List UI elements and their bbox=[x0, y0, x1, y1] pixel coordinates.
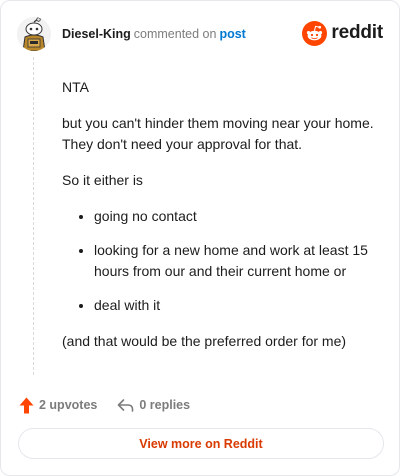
reddit-logo-icon bbox=[302, 20, 328, 46]
list-item: deal with it bbox=[62, 295, 378, 316]
view-more-button[interactable]: View more on Reddit bbox=[18, 428, 384, 459]
brand-wordmark: reddit bbox=[331, 22, 383, 43]
list-item: going no contact bbox=[62, 206, 378, 227]
replies-stat[interactable]: 0 replies bbox=[117, 398, 190, 413]
post-link[interactable]: post bbox=[219, 27, 245, 41]
replies-count: 0 replies bbox=[139, 398, 191, 412]
comment-paragraph: NTA bbox=[62, 79, 89, 95]
author-name[interactable]: Diesel-King bbox=[62, 27, 131, 41]
comment-paragraph: So it either is bbox=[62, 172, 143, 188]
comment-paragraph: but you can't hinder them moving near yo… bbox=[62, 115, 374, 152]
comment-action-text: commented on bbox=[133, 27, 217, 41]
comment-embed-card: Diesel-King commented on post reddit NTA b… bbox=[0, 0, 400, 476]
upvotes-count: 2 upvotes bbox=[39, 398, 98, 412]
comment-footer: 2 upvotes 0 replies bbox=[19, 395, 190, 415]
list-item: looking for a new home and work at least… bbox=[62, 240, 378, 282]
comment-bullet-list: going no contact looking for a new home … bbox=[62, 206, 378, 316]
comment-header: Diesel-King commented on post reddit bbox=[17, 17, 383, 51]
snoo-avatar-icon bbox=[17, 17, 51, 51]
avatar[interactable] bbox=[17, 17, 51, 51]
reply-arrow-icon bbox=[118, 398, 134, 412]
comment-paragraph: (and that would be the preferred order f… bbox=[62, 333, 347, 349]
thread-line bbox=[33, 57, 34, 375]
upvote-arrow-icon bbox=[19, 397, 34, 413]
comment-body: NTA but you can't hinder them moving nea… bbox=[62, 77, 378, 367]
upvotes-stat[interactable]: 2 upvotes bbox=[19, 397, 97, 414]
reddit-brand[interactable]: reddit bbox=[302, 20, 383, 46]
comment-meta: Diesel-King commented on post bbox=[62, 27, 246, 41]
